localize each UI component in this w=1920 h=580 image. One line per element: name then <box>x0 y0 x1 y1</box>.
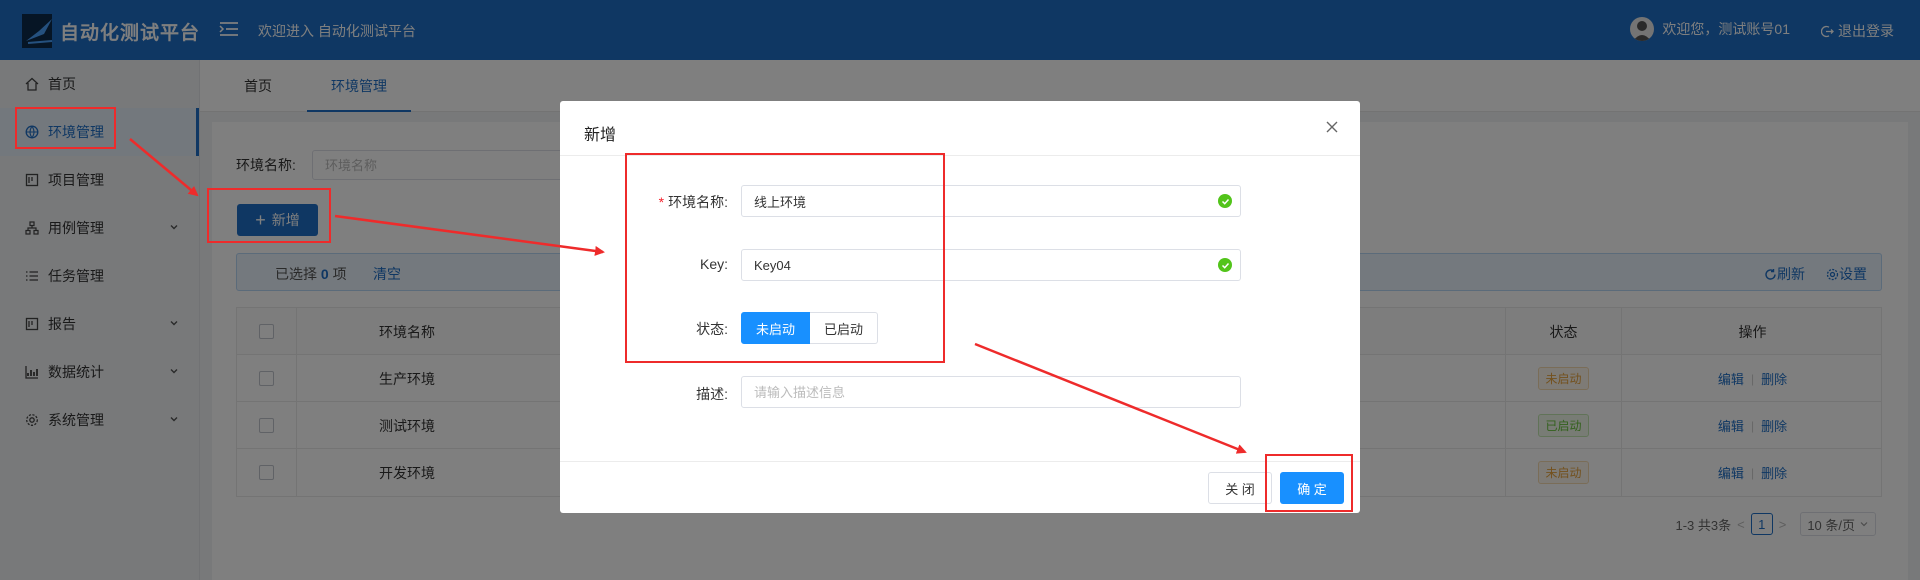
dialog-title: 新增 <box>584 127 617 144</box>
close-icon[interactable] <box>1324 119 1340 135</box>
key-label: Key: <box>699 256 728 272</box>
dialog-confirm-button[interactable]: 确 定 <box>1280 472 1344 504</box>
dialog-footer-divider <box>560 461 1360 462</box>
status-option-inactive[interactable]: 未启动 <box>741 312 811 344</box>
add-env-dialog: 新增 *环境名称: Key: 状态: 未启动 已启动 描述: 关 闭 确 定 <box>560 101 1360 513</box>
env-name-label-text: 环境名称: <box>668 194 728 210</box>
key-field[interactable] <box>741 249 1241 281</box>
env-name-label: * 环境名称: <box>608 192 728 212</box>
desc-label: 描述: <box>696 386 728 402</box>
dialog-close-button[interactable]: 关 闭 <box>1208 472 1272 504</box>
env-name-field[interactable] <box>741 185 1241 217</box>
valid-check-icon <box>1218 194 1232 208</box>
required-mark: * <box>658 194 665 210</box>
dialog-header-divider <box>560 155 1360 156</box>
desc-field[interactable] <box>741 376 1241 408</box>
status-label: 状态: <box>696 321 728 337</box>
valid-check-icon <box>1218 258 1232 272</box>
status-option-active[interactable]: 已启动 <box>810 312 879 344</box>
status-radio-group: 未启动 已启动 <box>741 312 879 344</box>
